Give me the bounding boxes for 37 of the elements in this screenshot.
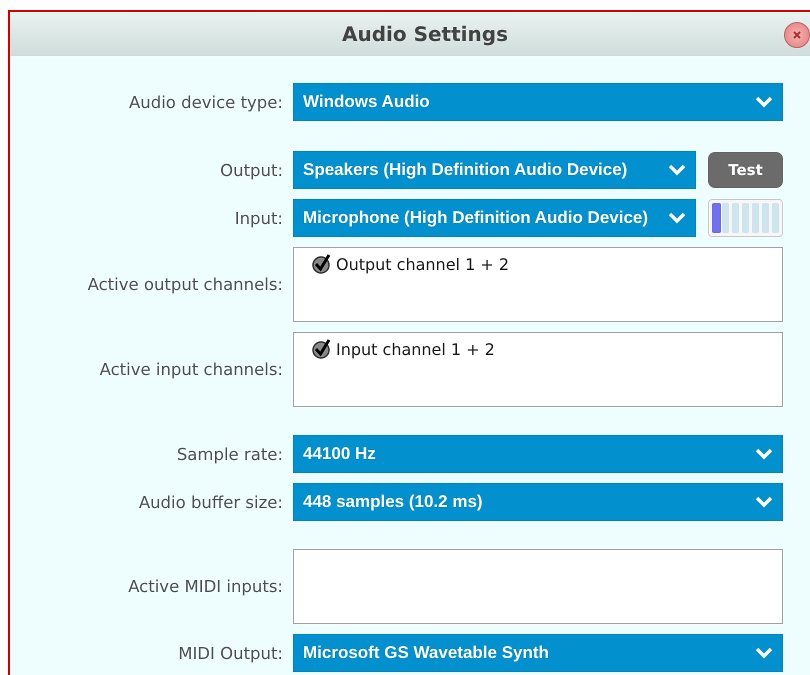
- meter-segment: [752, 203, 759, 233]
- meter-segment: [732, 203, 739, 233]
- field-label: MIDI Output:: [177, 644, 284, 662]
- close-icon: [791, 29, 803, 41]
- meter-segment: [772, 203, 779, 233]
- dropdown[interactable]: Microphone (High Definition Audio Device): [293, 199, 696, 237]
- dropdown[interactable]: 448 samples (10.2 ms): [293, 483, 783, 521]
- field-label: Active MIDI inputs:: [127, 577, 284, 596]
- chevron-down-icon: [755, 647, 773, 659]
- meter-segment: [742, 203, 749, 233]
- checked-checkbox-icon[interactable]: [312, 254, 332, 274]
- field-label: Input:: [234, 208, 284, 228]
- chevron-down-icon: [755, 448, 773, 460]
- field-label: Sample rate:: [176, 444, 284, 464]
- chevron-down-icon: [668, 212, 686, 224]
- chevron-down-icon: [755, 96, 773, 108]
- chevron-down-icon: [755, 496, 773, 508]
- dropdown[interactable]: Windows Audio: [293, 83, 783, 121]
- field-label: Active output channels:: [86, 275, 284, 294]
- meter-segment: [762, 203, 769, 233]
- chevron-down-icon: [668, 164, 686, 176]
- close-button[interactable]: [784, 22, 810, 48]
- field-label: Audio buffer size:: [138, 492, 284, 512]
- window-title: Audio Settings: [342, 22, 508, 46]
- field-label: Audio device type:: [128, 92, 284, 112]
- dropdown[interactable]: Speakers (High Definition Audio Device): [293, 151, 696, 189]
- field-label: Output:: [219, 160, 284, 180]
- test-button[interactable]: Test: [708, 152, 783, 188]
- channel-label: Output channel 1 + 2: [336, 254, 509, 274]
- channel-list[interactable]: Input channel 1 + 2: [293, 332, 783, 407]
- channel-label: Input channel 1 + 2: [336, 340, 495, 358]
- dropdown[interactable]: 44100 Hz: [293, 435, 783, 473]
- checked-checkbox-icon[interactable]: [312, 339, 332, 359]
- channel-list[interactable]: Output channel 1 + 2: [293, 247, 783, 322]
- meter-segment: [722, 203, 729, 233]
- field-label: Active input channels:: [98, 360, 284, 379]
- dropdown[interactable]: Microsoft GS Wavetable Synth: [293, 634, 783, 672]
